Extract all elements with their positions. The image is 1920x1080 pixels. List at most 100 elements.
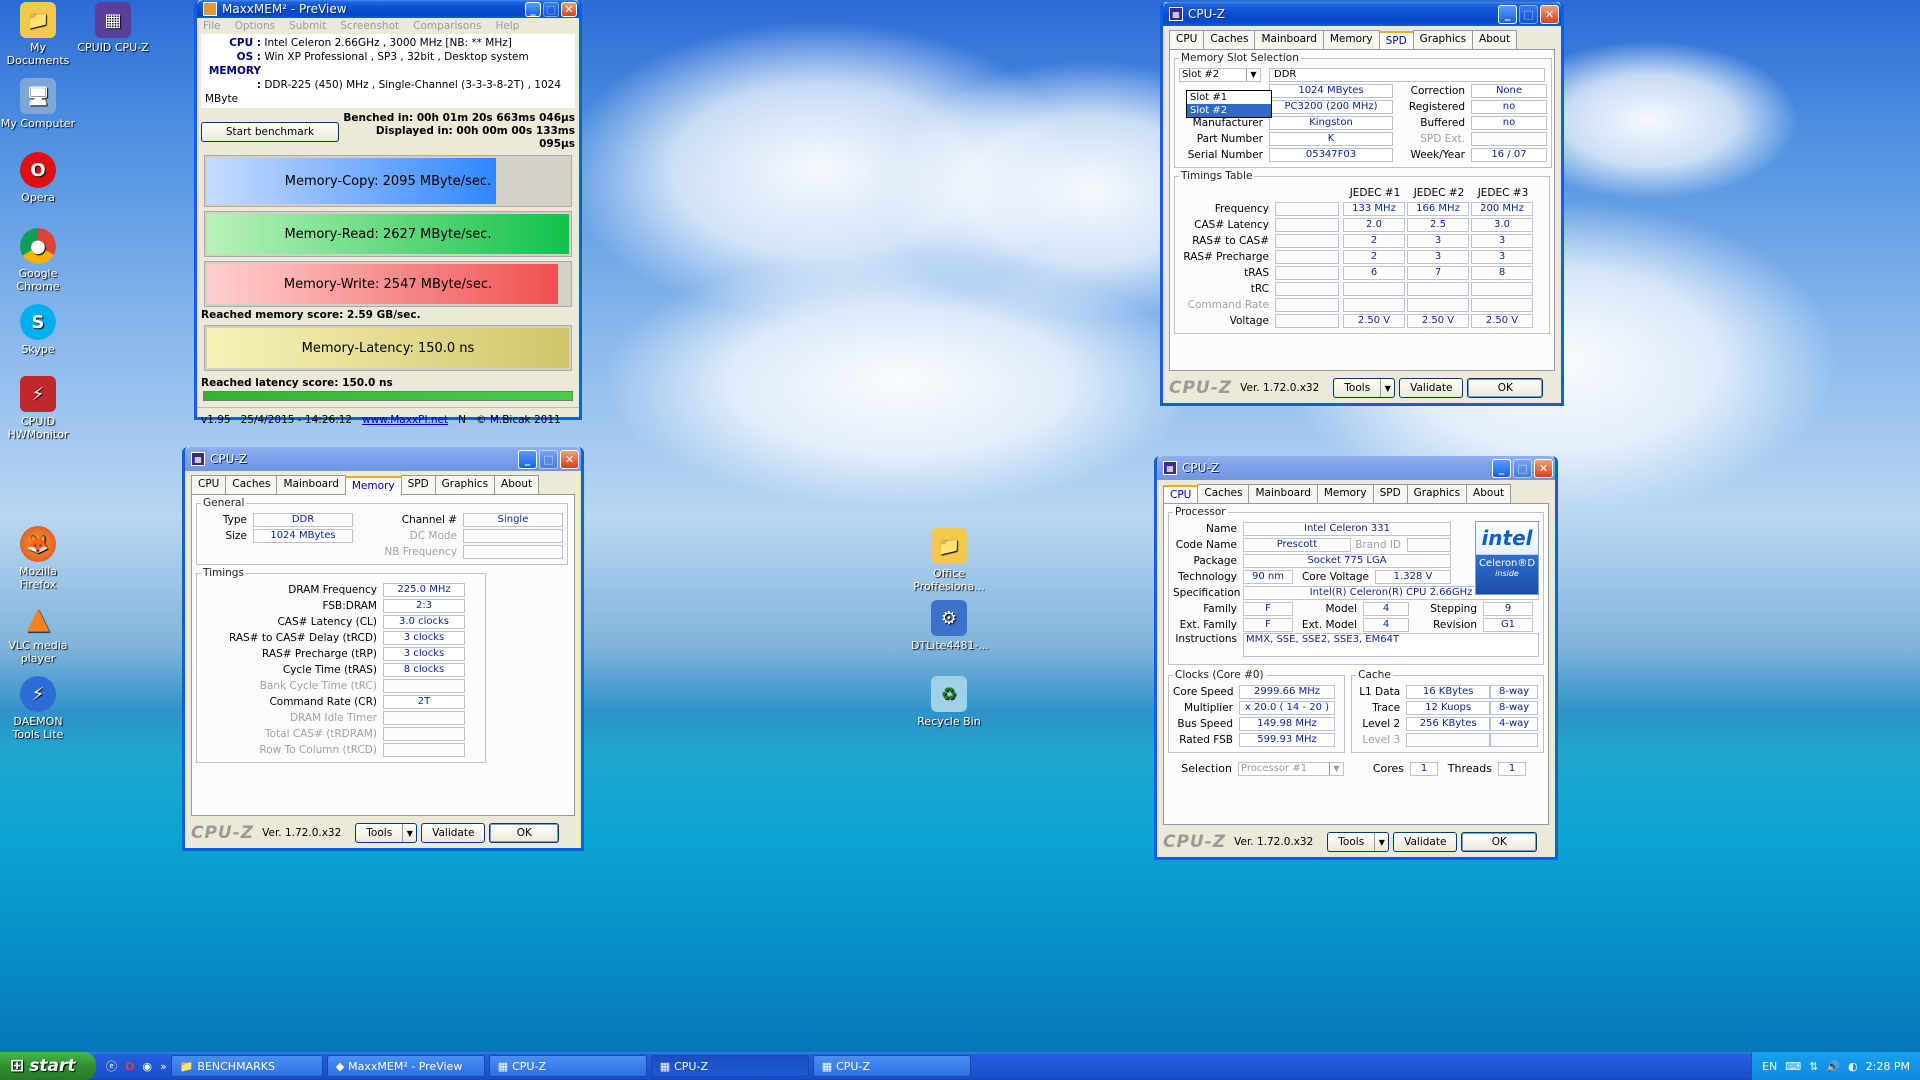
- spd-timing-value: 200 MHz: [1471, 201, 1533, 216]
- clock[interactable]: 2:28 PM: [1866, 1060, 1910, 1073]
- menu-comparisons[interactable]: Comparisons: [413, 20, 481, 32]
- maxxmem-titlebar[interactable]: MaxxMEM² - PreView _ □ ✕: [197, 0, 579, 18]
- tools-button[interactable]: Tools ▼: [1333, 378, 1396, 398]
- tools-button[interactable]: Tools ▼: [1327, 832, 1390, 852]
- close-button[interactable]: ✕: [1534, 458, 1553, 478]
- opera-icon: O: [20, 152, 56, 188]
- tray-app-icon[interactable]: ◐: [1848, 1060, 1858, 1073]
- tab-caches[interactable]: Caches: [1203, 30, 1256, 49]
- desktop-icon-my-computer[interactable]: 🖥 My Computer: [0, 78, 76, 130]
- tab-mainboard[interactable]: Mainboard: [1254, 30, 1324, 49]
- tab-memory[interactable]: Memory: [344, 476, 402, 495]
- minimize-button[interactable]: _: [1498, 4, 1517, 24]
- desktop-icon-cpuz[interactable]: ▦ CPUID CPU-Z: [75, 2, 151, 54]
- tools-button[interactable]: Tools ▼: [355, 823, 418, 843]
- chrome-icon: ●: [20, 228, 56, 264]
- spd-timing-empty: [1275, 201, 1339, 216]
- tab-caches[interactable]: Caches: [1197, 484, 1250, 503]
- desktop-icon-skype[interactable]: S Skype: [0, 304, 76, 356]
- minimize-button[interactable]: _: [1492, 458, 1511, 478]
- cpuz-memory-titlebar[interactable]: ▦ CPU-Z _ □ ✕: [185, 447, 581, 471]
- memory-write-bar: Memory-Write: 2547 MByte/sec.: [204, 261, 572, 307]
- tab-caches[interactable]: Caches: [225, 475, 278, 494]
- timing-row: Total CAS# (tRDRAM): [201, 726, 481, 741]
- start-button[interactable]: ⊞ start: [0, 1052, 96, 1080]
- desktop-icon-chrome[interactable]: ● Google Chrome: [0, 228, 76, 293]
- validate-button[interactable]: Validate: [421, 823, 486, 843]
- taskbar-item-maxxmem[interactable]: ◆ MaxxMEM² - PreView: [326, 1055, 485, 1077]
- quicklaunch-opera-icon[interactable]: O: [125, 1060, 134, 1073]
- minimize-button[interactable]: _: [518, 449, 537, 469]
- menu-screenshot[interactable]: Screenshot: [340, 20, 399, 32]
- cpuz-spd-titlebar[interactable]: ▦ CPU-Z _ □ ✕: [1163, 2, 1561, 26]
- cpu-chip-icon: ▦: [821, 1059, 833, 1073]
- taskbar-item-cpuz-2[interactable]: ▦ CPU-Z: [650, 1055, 809, 1077]
- minimize-button[interactable]: _: [525, 1, 541, 17]
- network-icon[interactable]: ⇅: [1809, 1060, 1818, 1073]
- maxxpi-link[interactable]: www.MaxxPI.net: [362, 414, 448, 426]
- slot-option-2[interactable]: Slot #2: [1187, 104, 1271, 117]
- tab-spd[interactable]: SPD: [1378, 31, 1414, 50]
- validate-button[interactable]: Validate: [1399, 378, 1464, 398]
- desktop-icon-daemon-tools[interactable]: ⚡ DAEMON Tools Lite: [0, 676, 76, 741]
- ok-button[interactable]: OK: [489, 823, 560, 843]
- language-indicator[interactable]: EN: [1762, 1060, 1777, 1073]
- quicklaunch-app-icon[interactable]: ◉: [142, 1060, 152, 1073]
- tab-mainboard[interactable]: Mainboard: [1248, 484, 1318, 503]
- taskbar-item-cpuz-3[interactable]: ▦ CPU-Z: [812, 1055, 971, 1077]
- timing-label: Bank Cycle Time (tRC): [259, 679, 377, 692]
- desktop-icon-dtlite[interactable]: ⚙ DTLite4481-...: [911, 600, 989, 652]
- desktop-icon-firefox[interactable]: 🦊 Mozilla Firefox: [0, 526, 76, 591]
- spd-timing-value: 3: [1407, 233, 1469, 248]
- quicklaunch-more-icon[interactable]: »: [160, 1060, 167, 1073]
- tab-graphics[interactable]: Graphics: [1412, 30, 1474, 49]
- tab-graphics[interactable]: Graphics: [434, 475, 496, 494]
- close-button[interactable]: ✕: [1540, 4, 1559, 24]
- quicklaunch-ie-icon[interactable]: ⓔ: [106, 1058, 117, 1074]
- cpuz-cpu-titlebar[interactable]: ▦ CPU-Z _ □ ✕: [1157, 456, 1555, 480]
- dcmode-value: [463, 528, 563, 543]
- chevron-down-icon: ▼: [1246, 68, 1260, 81]
- tab-cpu[interactable]: CPU: [191, 475, 227, 494]
- tab-graphics[interactable]: Graphics: [1406, 484, 1468, 503]
- slot-dropdown-list[interactable]: Slot #1 Slot #2: [1186, 90, 1272, 118]
- close-button[interactable]: ✕: [560, 449, 579, 469]
- desktop-icon-vlc[interactable]: ▲ VLC media player: [0, 600, 76, 665]
- tab-about[interactable]: About: [1472, 30, 1518, 49]
- validate-button[interactable]: Validate: [1393, 832, 1458, 852]
- tab-about[interactable]: About: [1466, 484, 1512, 503]
- tab-cpu[interactable]: CPU: [1163, 485, 1199, 504]
- tab-spd[interactable]: SPD: [400, 475, 436, 494]
- ok-button[interactable]: OK: [1461, 832, 1538, 852]
- tab-memory[interactable]: Memory: [1316, 484, 1374, 503]
- ok-button[interactable]: OK: [1467, 378, 1544, 398]
- tab-memory[interactable]: Memory: [1322, 30, 1380, 49]
- volume-icon[interactable]: 🔊: [1826, 1060, 1840, 1073]
- desktop-icon-hwmonitor[interactable]: ⚡ CPUID HWMonitor: [0, 376, 76, 441]
- desktop-icon-recycle-bin[interactable]: ♻ Recycle Bin: [911, 676, 987, 728]
- tab-mainboard[interactable]: Mainboard: [276, 475, 346, 494]
- desktop-icon-opera[interactable]: O Opera: [0, 152, 76, 204]
- trace-way-value: 8-way: [1490, 700, 1539, 715]
- slot-option-1[interactable]: Slot #1: [1187, 91, 1271, 104]
- tab-spd[interactable]: SPD: [1372, 484, 1408, 503]
- processor-select[interactable]: Processor #1 ▼: [1238, 761, 1344, 776]
- menu-file[interactable]: File: [203, 20, 221, 32]
- close-button[interactable]: ✕: [561, 1, 577, 17]
- desktop-icon-my-documents[interactable]: 📁 My Documents: [0, 2, 76, 67]
- spd-timing-label: CAS# Latency: [1194, 218, 1269, 231]
- slot-select[interactable]: Slot #2 ▼: [1179, 67, 1261, 82]
- spd-ext-value: [1471, 131, 1547, 146]
- taskbar-item-benchmarks[interactable]: 📁 BENCHMARKS: [170, 1055, 323, 1077]
- menu-submit[interactable]: Submit: [289, 20, 326, 32]
- keyboard-icon[interactable]: ⌨: [1785, 1060, 1801, 1073]
- spd-panel: Memory Slot Selection Slot #2 ▼ DDR 1024 …: [1169, 49, 1555, 371]
- menu-options[interactable]: Options: [235, 20, 276, 32]
- menu-help[interactable]: Help: [495, 20, 519, 32]
- timing-label: DRAM Frequency: [288, 583, 377, 596]
- tab-about[interactable]: About: [494, 475, 540, 494]
- start-benchmark-button[interactable]: Start benchmark: [201, 121, 339, 142]
- desktop-icon-office[interactable]: 📁 Office Proffesiona...: [911, 528, 987, 593]
- tab-cpu[interactable]: CPU: [1169, 30, 1205, 49]
- taskbar-item-cpuz-1[interactable]: ▦ CPU-Z: [488, 1055, 647, 1077]
